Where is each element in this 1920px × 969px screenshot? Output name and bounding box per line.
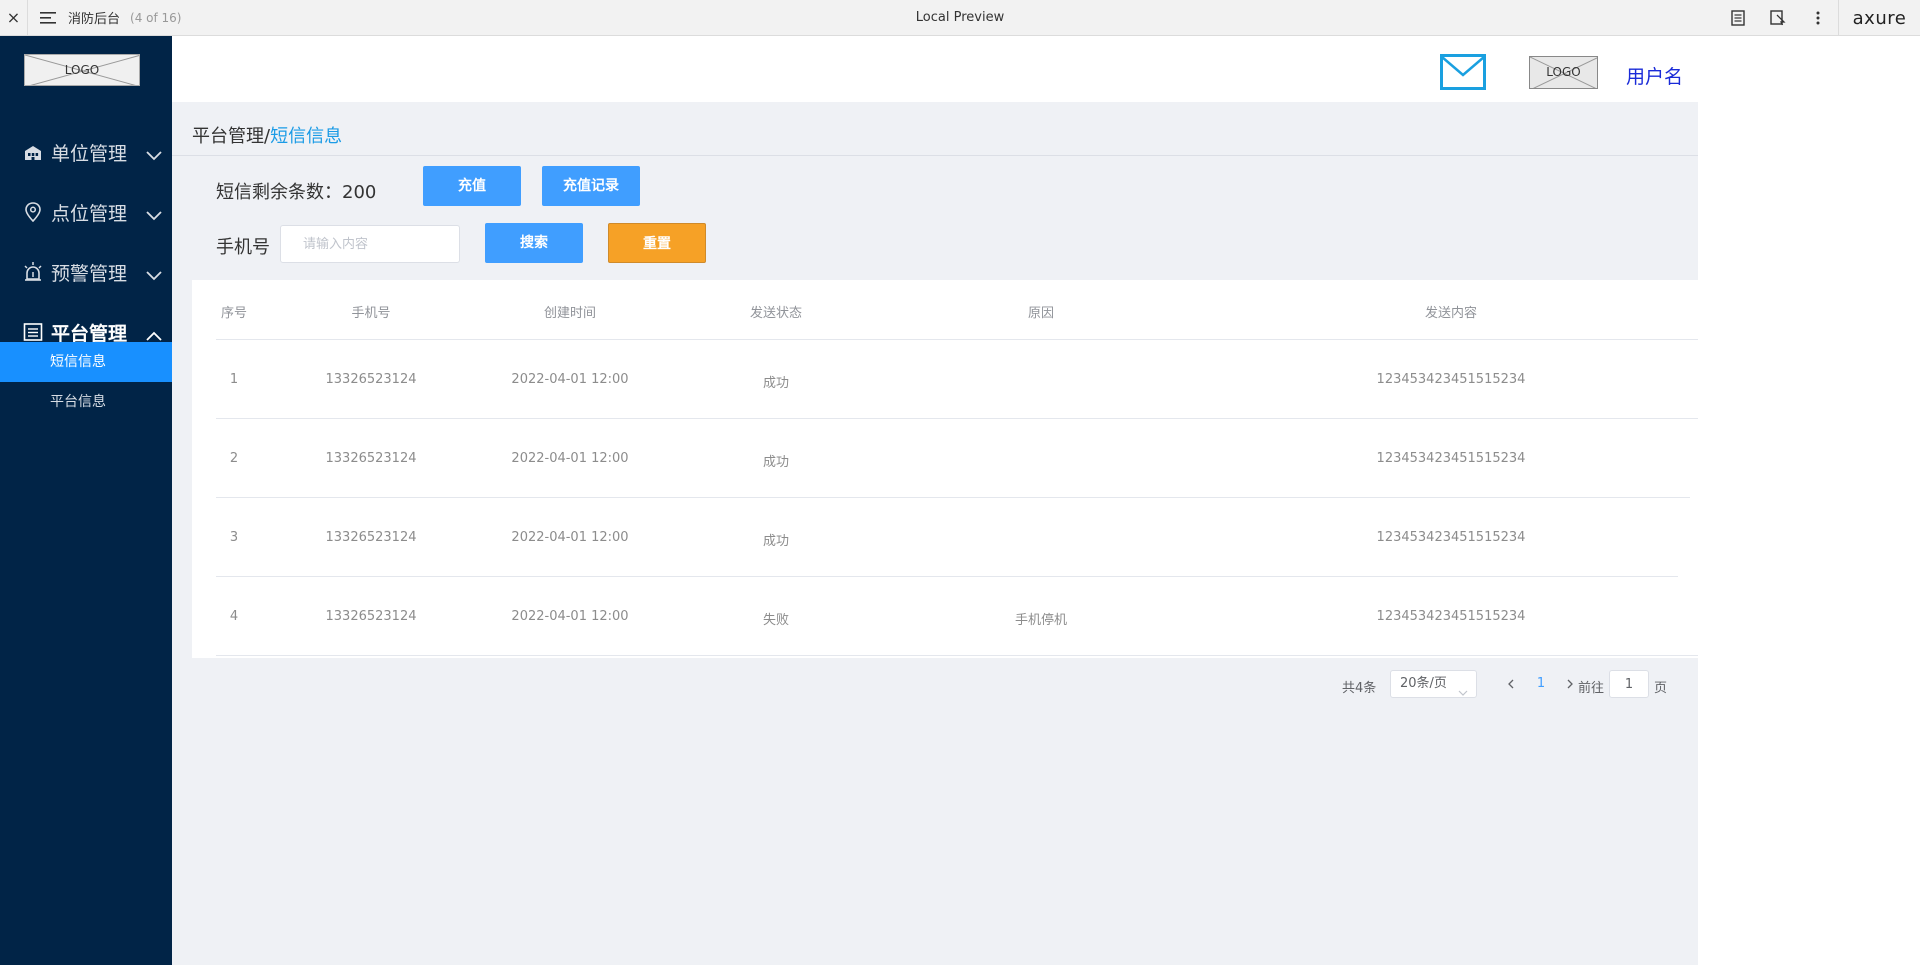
recharge-records-button[interactable]: 充值记录 (542, 166, 640, 206)
cell-created-time: 2022-04-01 12:00 (511, 530, 629, 545)
sms-remaining: 短信剩余条数：200 (216, 182, 377, 203)
table-row[interactable]: 2 13326523124 2022-04-01 12:00 成功 123453… (216, 419, 1690, 498)
page-count: (4 of 16) (130, 10, 182, 25)
axure-top-bar: × 消防后台 (4 of 16) Local Preview axure (0, 0, 1920, 36)
cell-content: 123453423451515234 (1376, 451, 1526, 466)
phone-label: 手机号 (216, 237, 270, 258)
sidebar-item-sms-info[interactable]: 短信信息 (0, 342, 172, 382)
chevron-down-icon (146, 144, 162, 166)
cell-phone: 13326523124 (325, 451, 417, 466)
nav-group-label: 单位管理 (51, 142, 128, 165)
header-logo: LOGO (1529, 56, 1598, 89)
breadcrumb-parent[interactable]: 平台管理 (192, 126, 264, 147)
chevron-down-icon (146, 264, 162, 286)
main-content: 平台管理/短信信息 短信剩余条数：200 充值 充值记录 手机号 搜索 重置 序… (172, 102, 1698, 965)
cell-content: 123453423451515234 (1376, 372, 1526, 387)
cell-index: 1 (229, 372, 239, 387)
header-send-status: 发送状态 (749, 306, 803, 321)
header-logo-text: LOGO (1546, 65, 1581, 79)
cell-index: 4 (229, 609, 239, 624)
mail-icon[interactable] (1440, 54, 1486, 94)
menu-icon[interactable] (28, 0, 68, 36)
header-created-time: 创建时间 (543, 306, 597, 321)
alarm-light-icon (22, 261, 44, 283)
breadcrumb-current: 短信信息 (270, 126, 343, 147)
cell-phone: 13326523124 (325, 609, 417, 624)
goto-label: 前往 (1578, 681, 1605, 696)
sms-table: 序号 手机号 创建时间 发送状态 原因 发送内容 1 13326523124 2… (192, 280, 1698, 658)
header-content: 发送内容 (1424, 306, 1478, 321)
recharge-button[interactable]: 充值 (423, 166, 521, 206)
sidebar-logo-text: LOGO (64, 63, 100, 77)
table-header: 序号 手机号 创建时间 发送状态 原因 发送内容 (216, 280, 1698, 340)
cell-status: 成功 (762, 376, 790, 391)
header-reason: 原因 (1027, 306, 1055, 321)
table-row[interactable]: 1 13326523124 2022-04-01 12:00 成功 123453… (216, 340, 1698, 419)
phone-input[interactable] (280, 225, 460, 263)
nav-group-unit[interactable]: 单位管理 (0, 132, 172, 172)
axure-brand[interactable]: axure (1838, 0, 1920, 36)
header-index: 序号 (220, 306, 248, 321)
cell-index: 2 (229, 451, 239, 466)
chevron-down-icon (1458, 680, 1468, 706)
table-row[interactable]: 4 13326523124 2022-04-01 12:00 失败 手机停机 1… (216, 577, 1698, 656)
location-pin-icon (22, 201, 44, 223)
inspect-icon[interactable] (1758, 0, 1798, 36)
header-phone: 手机号 (351, 306, 391, 321)
notes-icon[interactable] (1718, 0, 1758, 36)
page-size-select[interactable]: 20条/页 (1390, 670, 1477, 698)
cell-status: 成功 (762, 455, 790, 470)
sidebar-item-platform-info[interactable]: 平台信息 (0, 382, 172, 422)
cell-content: 123453423451515234 (1376, 609, 1526, 624)
cell-phone: 13326523124 (325, 530, 417, 545)
goto-page-input[interactable] (1609, 670, 1649, 698)
header: LOGO 用户名 (172, 36, 1698, 102)
table-row[interactable]: 3 13326523124 2022-04-01 12:00 成功 123453… (216, 498, 1678, 577)
preview-title: Local Preview (915, 10, 1005, 25)
chevron-down-icon (146, 204, 162, 226)
cell-index: 3 (229, 530, 239, 545)
cell-status: 成功 (762, 534, 790, 549)
nav-group-label: 预警管理 (51, 262, 128, 285)
cell-created-time: 2022-04-01 12:00 (511, 609, 629, 624)
page-number-current[interactable]: 1 (1526, 670, 1556, 698)
cell-created-time: 2022-04-01 12:00 (511, 372, 629, 387)
nav-group-alarm[interactable]: 预警管理 (0, 252, 172, 292)
reset-button[interactable]: 重置 (608, 223, 706, 263)
cell-phone: 13326523124 (325, 372, 417, 387)
cell-status: 失败 (762, 613, 790, 628)
cell-reason: 手机停机 (1014, 613, 1068, 628)
platform-list-icon (22, 321, 44, 343)
cell-content: 123453423451515234 (1376, 530, 1526, 545)
close-icon[interactable]: × (0, 0, 28, 36)
page-unit-label: 页 (1654, 681, 1668, 696)
sidebar-logo: LOGO (24, 54, 140, 86)
project-title: 消防后台 (68, 12, 121, 27)
nav-group-label: 点位管理 (51, 202, 128, 225)
cell-created-time: 2022-04-01 12:00 (511, 451, 629, 466)
more-options-icon[interactable] (1798, 0, 1838, 36)
prev-page-icon[interactable] (1497, 670, 1523, 698)
breadcrumb: 平台管理/短信信息 (192, 122, 342, 148)
username[interactable]: 用户名 (1626, 62, 1683, 89)
breadcrumb-divider (172, 155, 1698, 156)
pagination-total: 共4条 (1342, 681, 1377, 696)
page-size-value: 20条/页 (1400, 676, 1447, 691)
building-icon (22, 141, 44, 163)
nav-group-point[interactable]: 点位管理 (0, 192, 172, 232)
sidebar: LOGO 单位管理 点位管理 预警管理 平台管理 短信信息 平台信息 (0, 36, 172, 965)
search-button[interactable]: 搜索 (485, 223, 583, 263)
